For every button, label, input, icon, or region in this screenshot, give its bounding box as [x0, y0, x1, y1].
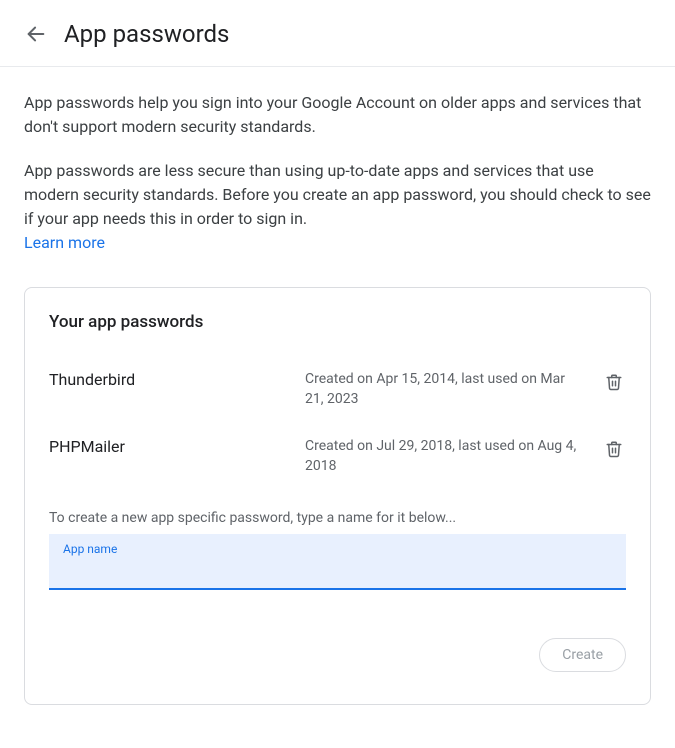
learn-more-link[interactable]: Learn more	[24, 231, 105, 255]
app-password-name: PHPMailer	[49, 437, 289, 456]
app-password-name: Thunderbird	[49, 370, 289, 389]
app-name-label: App name	[63, 542, 612, 556]
trash-icon[interactable]	[602, 370, 626, 394]
create-button[interactable]: Create	[539, 638, 626, 672]
app-password-row: Thunderbird Created on Apr 15, 2014, las…	[49, 356, 626, 423]
intro-paragraph-2-text: App passwords are less secure than using…	[24, 161, 651, 228]
app-passwords-card: Your app passwords Thunderbird Created o…	[24, 287, 651, 705]
create-hint-text: To create a new app specific password, t…	[49, 510, 626, 526]
intro-paragraph-2: App passwords are less secure than using…	[24, 159, 651, 255]
app-password-row: PHPMailer Created on Jul 29, 2018, last …	[49, 423, 626, 490]
back-arrow-icon[interactable]	[24, 22, 48, 46]
page-title: App passwords	[64, 20, 229, 48]
app-name-field-wrap[interactable]: App name	[49, 534, 626, 590]
page-header: App passwords	[0, 0, 675, 67]
app-password-meta: Created on Apr 15, 2014, last used on Ma…	[305, 370, 586, 409]
app-name-input[interactable]	[63, 560, 612, 578]
card-actions: Create	[49, 638, 626, 680]
app-password-meta: Created on Jul 29, 2018, last used on Au…	[305, 437, 586, 476]
trash-icon[interactable]	[602, 437, 626, 461]
intro-paragraph-1: App passwords help you sign into your Go…	[24, 91, 651, 139]
content-area: App passwords help you sign into your Go…	[0, 67, 675, 729]
card-title: Your app passwords	[49, 312, 626, 332]
